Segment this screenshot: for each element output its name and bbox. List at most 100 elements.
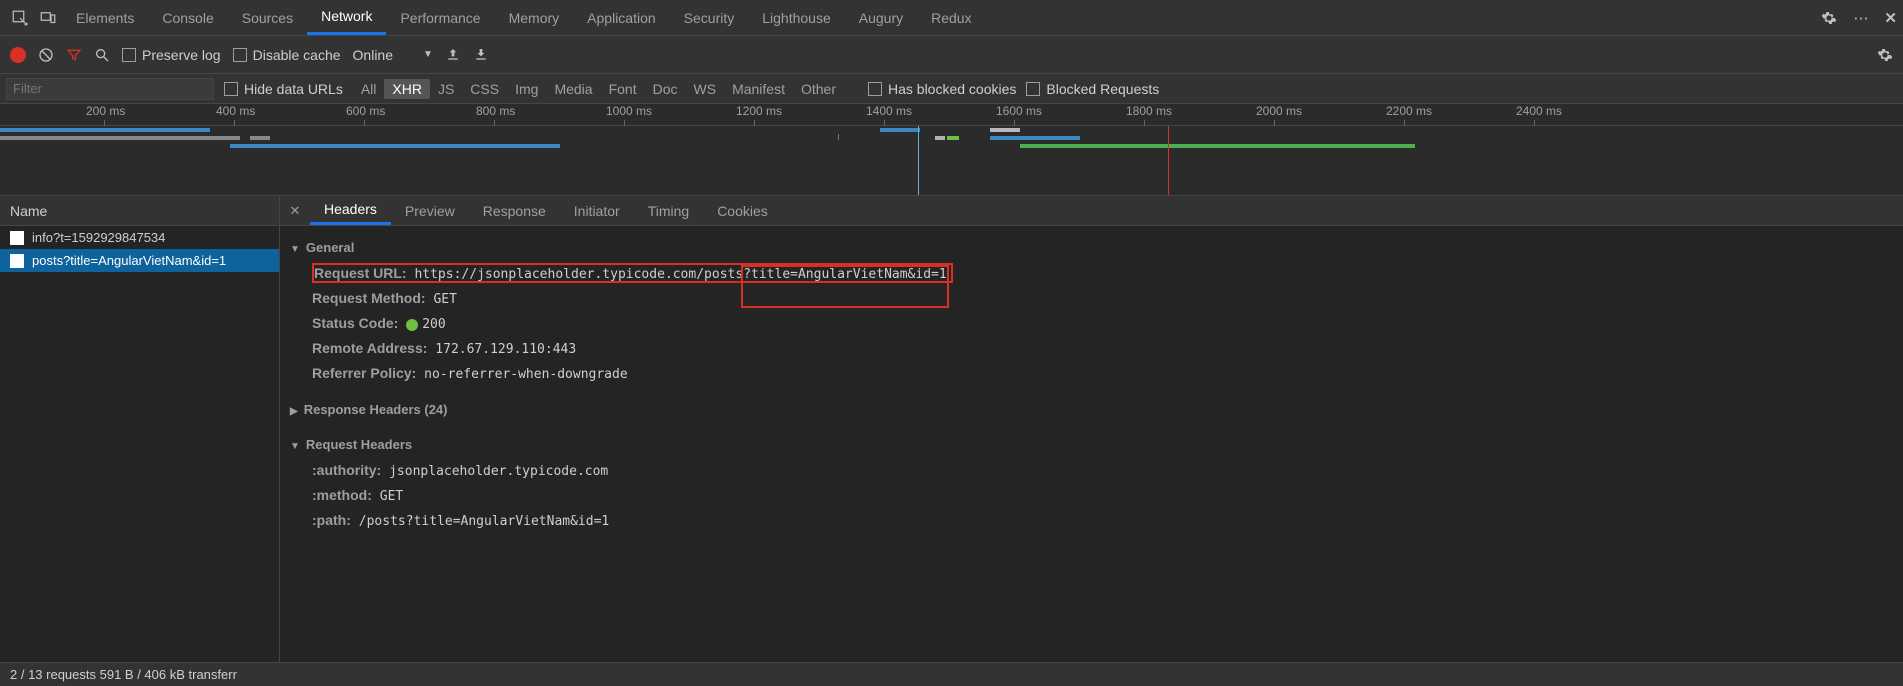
- rq-path-value: /posts?title=AngularVietNam&id=1: [359, 514, 609, 529]
- request-headers-section-header[interactable]: ▼ Request Headers: [286, 431, 1897, 458]
- detail-tab-headers[interactable]: Headers: [310, 196, 391, 225]
- filter-type-media[interactable]: Media: [546, 79, 600, 99]
- tick-label: 400 ms: [216, 104, 255, 118]
- triangle-down-icon: ▼: [290, 441, 300, 452]
- general-title: General: [306, 240, 354, 255]
- tab-network[interactable]: Network: [307, 0, 386, 35]
- record-button[interactable]: [10, 47, 26, 63]
- tab-application[interactable]: Application: [573, 0, 670, 35]
- filter-type-css[interactable]: CSS: [462, 79, 507, 99]
- main-split: Name info?t=1592929847534posts?title=Ang…: [0, 196, 1903, 662]
- triangle-right-icon: ▶: [290, 406, 298, 417]
- tab-lighthouse[interactable]: Lighthouse: [748, 0, 845, 35]
- request-url-label: Request URL:: [314, 265, 407, 281]
- rq-method-label: :method:: [312, 487, 372, 503]
- download-icon[interactable]: [473, 47, 489, 63]
- document-icon: [10, 254, 24, 268]
- request-method-row: Request Method: GET: [286, 286, 1897, 311]
- detail-tabs: ✕ HeadersPreviewResponseInitiatorTimingC…: [280, 196, 1903, 226]
- referrer-policy-row: Referrer Policy: no-referrer-when-downgr…: [286, 361, 1897, 386]
- network-toolbar: Preserve log Disable cache Online ▼: [0, 36, 1903, 74]
- request-method-value: GET: [433, 292, 456, 307]
- filter-bar: Hide data URLs AllXHRJSCSSImgMediaFontDo…: [0, 74, 1903, 104]
- request-url-base: https://jsonplaceholder.typicode.com/pos…: [414, 267, 743, 282]
- tick-label: 1600 ms: [996, 104, 1042, 118]
- device-mode-icon[interactable]: [34, 4, 62, 32]
- tab-console[interactable]: Console: [148, 0, 227, 35]
- general-section-header[interactable]: ▼General: [286, 234, 1897, 261]
- rq-method-value: GET: [380, 489, 403, 504]
- detail-tab-cookies[interactable]: Cookies: [703, 196, 782, 225]
- blocked-requests-checkbox[interactable]: Blocked Requests: [1026, 81, 1159, 97]
- settings-icon[interactable]: [1821, 10, 1837, 26]
- has-blocked-cookies-label: Has blocked cookies: [888, 81, 1016, 97]
- tick-label: 200 ms: [86, 104, 125, 118]
- has-blocked-cookies-checkbox[interactable]: Has blocked cookies: [868, 81, 1016, 97]
- detail-tab-preview[interactable]: Preview: [391, 196, 469, 225]
- tab-redux[interactable]: Redux: [917, 0, 985, 35]
- tick-label: 600 ms: [346, 104, 385, 118]
- filter-type-img[interactable]: Img: [507, 79, 546, 99]
- rq-authority-label: :authority:: [312, 462, 381, 478]
- filter-type-js[interactable]: JS: [430, 79, 462, 99]
- response-headers-title: Response Headers (24): [304, 402, 448, 417]
- request-detail-panel: ✕ HeadersPreviewResponseInitiatorTimingC…: [280, 196, 1903, 662]
- devtools-tabbar: ElementsConsoleSourcesNetworkPerformance…: [0, 0, 1903, 36]
- headers-body: ▼General Request URL: https://jsonplaceh…: [280, 226, 1903, 662]
- throttling-select[interactable]: Online ▼: [353, 47, 433, 63]
- tab-performance[interactable]: Performance: [386, 0, 494, 35]
- filter-type-all[interactable]: All: [353, 79, 385, 99]
- detail-tab-timing[interactable]: Timing: [634, 196, 704, 225]
- clear-icon[interactable]: [38, 47, 54, 63]
- tick-label: 1000 ms: [606, 104, 652, 118]
- detail-tab-response[interactable]: Response: [469, 196, 560, 225]
- preserve-log-checkbox[interactable]: Preserve log: [122, 47, 221, 63]
- filter-input[interactable]: [6, 78, 214, 100]
- search-icon[interactable]: [94, 47, 110, 63]
- blocked-requests-label: Blocked Requests: [1046, 81, 1159, 97]
- status-dot-icon: [406, 319, 418, 331]
- tab-security[interactable]: Security: [670, 0, 749, 35]
- rq-authority-value: jsonplaceholder.typicode.com: [389, 464, 608, 479]
- rq-authority-row: :authority: jsonplaceholder.typicode.com: [286, 458, 1897, 483]
- request-row[interactable]: posts?title=AngularVietNam&id=1: [0, 249, 279, 272]
- request-url-query: ?title=AngularVietNam&id=1: [743, 267, 947, 282]
- request-type-tabs: AllXHRJSCSSImgMediaFontDocWSManifestOthe…: [353, 79, 844, 99]
- tab-sources[interactable]: Sources: [228, 0, 307, 35]
- filter-type-ws[interactable]: WS: [686, 79, 725, 99]
- referrer-policy-label: Referrer Policy:: [312, 365, 416, 381]
- request-row[interactable]: info?t=1592929847534: [0, 226, 279, 249]
- network-settings-icon[interactable]: [1877, 47, 1893, 63]
- disable-cache-checkbox[interactable]: Disable cache: [233, 47, 341, 63]
- hide-data-urls-checkbox[interactable]: Hide data URLs: [224, 81, 343, 97]
- tab-augury[interactable]: Augury: [845, 0, 917, 35]
- tab-elements[interactable]: Elements: [62, 0, 148, 35]
- filter-icon[interactable]: [66, 47, 82, 63]
- panel-tabs: ElementsConsoleSourcesNetworkPerformance…: [62, 0, 986, 35]
- inspect-icon[interactable]: [6, 4, 34, 32]
- filter-type-other[interactable]: Other: [793, 79, 844, 99]
- close-icon[interactable]: ✕: [1884, 9, 1897, 27]
- filter-type-doc[interactable]: Doc: [645, 79, 686, 99]
- tick-label: 2400 ms: [1516, 104, 1562, 118]
- response-headers-section-header[interactable]: ▶ Response Headers (24): [286, 396, 1897, 423]
- more-icon[interactable]: ⋯: [1853, 9, 1868, 27]
- filter-type-manifest[interactable]: Manifest: [724, 79, 793, 99]
- status-code-row: Status Code: 200: [286, 311, 1897, 336]
- filter-type-font[interactable]: Font: [601, 79, 645, 99]
- tab-memory[interactable]: Memory: [495, 0, 574, 35]
- close-detail-icon[interactable]: ✕: [280, 203, 310, 219]
- status-code-value: 200: [422, 317, 445, 332]
- tick-label: 2000 ms: [1256, 104, 1302, 118]
- referrer-policy-value: no-referrer-when-downgrade: [424, 367, 628, 382]
- request-list-header: Name: [0, 196, 279, 226]
- request-headers-title: Request Headers: [306, 437, 412, 452]
- filter-type-xhr[interactable]: XHR: [384, 79, 430, 99]
- upload-icon[interactable]: [445, 47, 461, 63]
- detail-tab-initiator[interactable]: Initiator: [560, 196, 634, 225]
- rq-path-label: :path:: [312, 512, 351, 528]
- request-list-panel: Name info?t=1592929847534posts?title=Ang…: [0, 196, 280, 662]
- preserve-log-label: Preserve log: [142, 47, 221, 63]
- timeline-overview[interactable]: 200 ms400 ms600 ms800 ms1000 ms1200 ms14…: [0, 104, 1903, 196]
- tick-label: 1800 ms: [1126, 104, 1172, 118]
